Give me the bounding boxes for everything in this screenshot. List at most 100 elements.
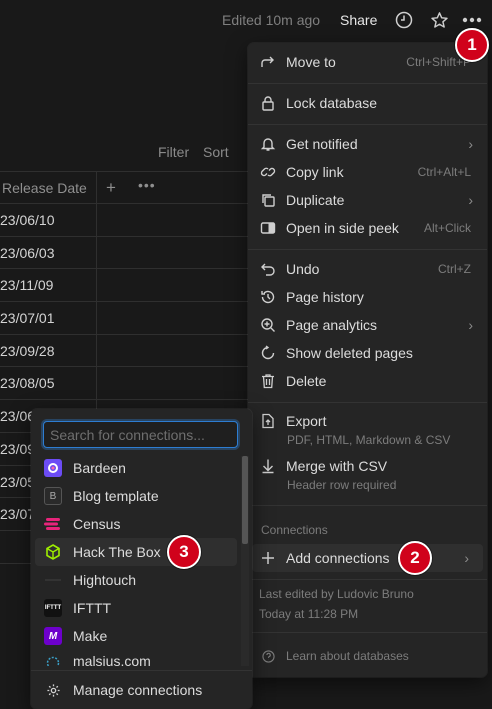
menu-item-open-side-peek[interactable]: Open in side peek Alt+Click xyxy=(248,214,487,242)
scrollbar-thumb[interactable] xyxy=(242,456,248,544)
connection-item-ifttt[interactable]: IFTTT IFTTT xyxy=(35,594,237,622)
date-cell[interactable]: 23/09/28 xyxy=(0,334,97,367)
date-cell[interactable]: 23/11/09 xyxy=(0,269,97,302)
menu-item-copy-link[interactable]: Copy link Ctrl+Alt+L xyxy=(248,158,487,186)
search-connections-box[interactable] xyxy=(43,421,238,448)
date-cell[interactable]: 23/06/03 xyxy=(0,236,97,269)
ifttt-logo-icon: IFTTT xyxy=(44,599,62,617)
learn-about-databases-link[interactable]: Learn about databases xyxy=(248,642,487,670)
step-badge-3: 3 xyxy=(167,535,201,569)
connections-menu: Bardeen B Blog template Census Hack The … xyxy=(31,409,252,709)
shortcut-label: Ctrl+Z xyxy=(438,262,471,276)
divider xyxy=(248,402,487,403)
connection-item-hack-the-box[interactable]: Hack The Box xyxy=(35,538,237,566)
connection-item-bardeen[interactable]: Bardeen xyxy=(35,454,237,482)
history-icon xyxy=(260,289,276,305)
side-peek-icon xyxy=(260,220,276,236)
add-column-button[interactable]: + xyxy=(106,178,116,198)
table-row[interactable]: 23/11/09 xyxy=(0,269,255,303)
last-edited-time: Today at 11:28 PM xyxy=(259,607,359,621)
export-file-icon xyxy=(260,413,276,429)
connection-label: Census xyxy=(73,516,121,532)
connection-label: Hack The Box xyxy=(73,544,161,560)
arrow-down-icon xyxy=(260,458,276,474)
page-options-menu: Move to Ctrl+Shift+P Lock database Get n… xyxy=(248,43,487,677)
table-header: Release Date + ••• xyxy=(0,171,255,205)
menu-item-move-to[interactable]: Move to Ctrl+Shift+P xyxy=(248,48,487,76)
step-badge-2: 2 xyxy=(398,541,432,575)
more-options-icon[interactable] xyxy=(462,10,482,30)
connection-label: Blog template xyxy=(73,488,159,504)
menu-item-merge-csv[interactable]: Merge with CSV xyxy=(248,452,487,480)
census-logo-icon xyxy=(44,515,62,533)
menu-item-label: Page history xyxy=(286,289,364,305)
menu-item-page-history[interactable]: Page history xyxy=(248,283,487,311)
manage-connections-button[interactable]: Manage connections xyxy=(35,676,237,704)
connection-label: Make xyxy=(73,628,108,644)
connection-label: Bardeen xyxy=(73,460,126,476)
menu-item-lock-database[interactable]: Lock database xyxy=(248,89,487,117)
shortcut-label: Alt+Click xyxy=(423,221,471,235)
edited-status: Edited 10m ago xyxy=(222,12,321,28)
chevron-right-icon: › xyxy=(468,136,473,152)
column-header-release-date[interactable]: Release Date xyxy=(0,172,97,205)
zoom-analytics-icon xyxy=(260,317,276,333)
connections-heading: Connections xyxy=(261,523,328,537)
star-icon[interactable] xyxy=(429,10,449,30)
hack-the-box-logo-icon xyxy=(44,543,62,561)
menu-item-label: Show deleted pages xyxy=(286,345,413,361)
date-cell[interactable]: 23/08/05 xyxy=(0,367,97,400)
menu-item-label: Lock database xyxy=(286,95,378,111)
make-logo-icon: M xyxy=(44,627,62,645)
menu-item-get-notified[interactable]: Get notified › xyxy=(248,130,487,158)
menu-item-undo[interactable]: Undo Ctrl+Z xyxy=(248,255,487,283)
connection-label: IFTTT xyxy=(73,600,112,616)
blog-template-icon: B xyxy=(44,487,62,505)
learn-label: Learn about databases xyxy=(286,649,409,663)
divider xyxy=(248,505,487,506)
export-subtitle: PDF, HTML, Markdown & CSV xyxy=(287,433,451,447)
table-row[interactable]: 23/09/28 xyxy=(0,334,255,368)
table-row[interactable]: 23/08/05 xyxy=(0,367,255,401)
menu-item-page-analytics[interactable]: Page analytics › xyxy=(248,311,487,339)
chevron-right-icon: › xyxy=(468,317,473,333)
shortcut-label: Ctrl+Alt+L xyxy=(417,165,471,179)
menu-item-duplicate[interactable]: Duplicate › xyxy=(248,186,487,214)
sort-button[interactable]: Sort xyxy=(203,144,229,160)
lock-icon xyxy=(260,95,276,111)
menu-item-label: Merge with CSV xyxy=(286,458,388,474)
connection-item-census[interactable]: Census xyxy=(35,510,237,538)
menu-item-delete[interactable]: Delete xyxy=(248,367,487,395)
search-connections-input[interactable] xyxy=(44,422,237,447)
last-edited-by: Last edited by Ludovic Bruno xyxy=(259,587,414,601)
undo-icon xyxy=(260,261,276,277)
date-cell[interactable]: 23/06/10 xyxy=(0,204,97,236)
connection-item-malsius[interactable]: malsius.com xyxy=(35,650,237,666)
menu-item-label: Add connections xyxy=(286,550,390,566)
menu-item-add-connections[interactable]: Add connections › xyxy=(252,544,483,572)
connection-item-hightouch[interactable]: Hightouch xyxy=(35,566,237,594)
connection-label: malsius.com xyxy=(73,653,151,666)
menu-item-label: Delete xyxy=(286,373,327,389)
menu-item-label: Export xyxy=(286,413,327,429)
link-icon xyxy=(260,164,276,180)
table-row[interactable]: 23/06/10 xyxy=(0,204,255,237)
chevron-right-icon: › xyxy=(464,550,469,566)
menu-item-label: Page analytics xyxy=(286,317,378,333)
menu-item-export[interactable]: Export xyxy=(248,407,487,435)
menu-item-label: Open in side peek xyxy=(286,220,399,236)
connection-item-blog-template[interactable]: B Blog template xyxy=(35,482,237,510)
table-row[interactable]: 23/06/03 xyxy=(0,236,255,270)
menu-item-show-deleted-pages[interactable]: Show deleted pages xyxy=(248,339,487,367)
divider xyxy=(248,632,487,633)
column-options-button[interactable]: ••• xyxy=(138,177,156,193)
date-cell[interactable]: 23/07/01 xyxy=(0,302,97,334)
divider xyxy=(248,124,487,125)
menu-item-label: Undo xyxy=(286,261,320,277)
filter-button[interactable]: Filter xyxy=(158,144,189,160)
menu-item-label: Move to xyxy=(286,54,336,70)
clock-icon[interactable] xyxy=(394,10,414,30)
table-row[interactable]: 23/07/01 xyxy=(0,302,255,335)
connection-item-make[interactable]: M Make xyxy=(35,622,237,650)
share-button[interactable]: Share xyxy=(340,12,377,28)
